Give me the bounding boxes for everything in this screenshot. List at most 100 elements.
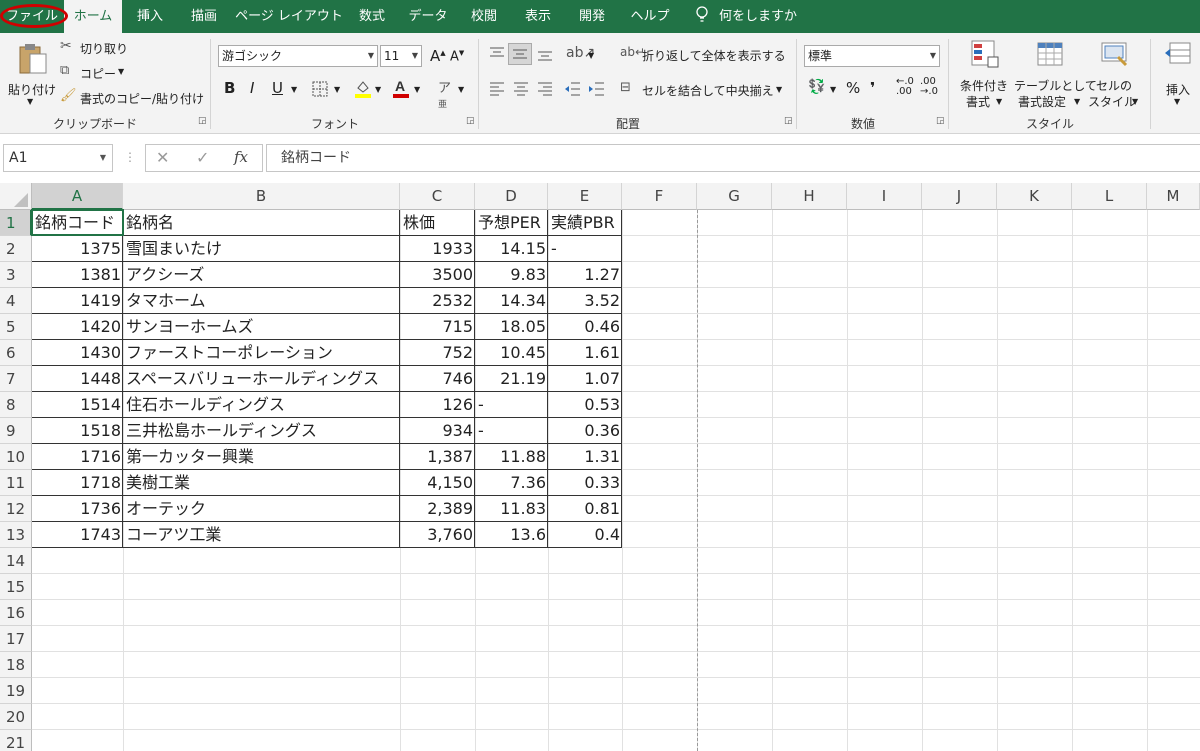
cell[interactable]: オーテック [123, 496, 400, 522]
cell[interactable]: 9.83 [475, 262, 548, 288]
chevron-down-icon[interactable]: ▼ [830, 85, 836, 94]
grow-font-icon[interactable]: A▲ [430, 47, 446, 65]
cell[interactable]: 0.4 [548, 522, 622, 548]
dialog-launcher-icon[interactable]: ◲ [466, 117, 475, 126]
formula-input[interactable]: 銘柄コード [266, 144, 1200, 172]
row-header-9[interactable]: 9 [0, 418, 32, 444]
row-header-10[interactable]: 10 [0, 444, 32, 470]
header-cell[interactable]: 実績PBR [548, 210, 622, 236]
font-color-icon[interactable]: A [392, 78, 410, 98]
cell[interactable]: 0.46 [548, 314, 622, 340]
insert-cells-button[interactable]: 挿入 ▼ [1156, 39, 1200, 111]
chevron-down-icon[interactable]: ▼ [414, 85, 420, 94]
cell[interactable]: 752 [400, 340, 475, 366]
cell[interactable]: 1420 [32, 314, 123, 340]
cell[interactable]: 10.45 [475, 340, 548, 366]
tab-formulas[interactable]: 数式 [348, 0, 396, 33]
tab-help[interactable]: ヘルプ [624, 0, 676, 33]
italic-button[interactable]: I [250, 79, 254, 97]
column-header-k[interactable]: K [997, 183, 1072, 210]
tab-insert[interactable]: 挿入 [126, 0, 174, 33]
cell[interactable]: 14.34 [475, 288, 548, 314]
cell[interactable]: 3.52 [548, 288, 622, 314]
row-header-6[interactable]: 6 [0, 340, 32, 366]
dialog-launcher-icon[interactable]: ◲ [198, 117, 207, 126]
cell[interactable]: 1518 [32, 418, 123, 444]
chevron-down-icon[interactable]: ▼ [375, 85, 381, 94]
cell[interactable]: 1718 [32, 470, 123, 496]
cell[interactable]: スペースバリューホールディングス [123, 366, 400, 392]
name-box[interactable]: A1 ▼ [3, 144, 113, 172]
row-header-16[interactable]: 16 [0, 600, 32, 626]
cell[interactable]: 1.31 [548, 444, 622, 470]
cell[interactable]: 1375 [32, 236, 123, 262]
cell[interactable]: 1430 [32, 340, 123, 366]
row-header-11[interactable]: 11 [0, 470, 32, 496]
paste-button[interactable]: 貼り付け ▼ [6, 39, 56, 111]
column-header-h[interactable]: H [772, 183, 847, 210]
header-cell[interactable]: 予想PER [475, 210, 548, 236]
align-top-icon[interactable] [488, 45, 506, 63]
header-cell[interactable]: 株価 [400, 210, 475, 236]
row-header-21[interactable]: 21 [0, 730, 32, 751]
bold-button[interactable]: B [224, 79, 235, 97]
cell[interactable]: 2532 [400, 288, 475, 314]
tab-view[interactable]: 表示 [514, 0, 562, 33]
cell[interactable]: 14.15 [475, 236, 548, 262]
cell[interactable]: 1514 [32, 392, 123, 418]
cell[interactable]: 1716 [32, 444, 123, 470]
dialog-launcher-icon[interactable]: ◲ [936, 117, 945, 126]
row-header-19[interactable]: 19 [0, 678, 32, 704]
format-painter-button[interactable]: 🖌 書式のコピー/貼り付け [60, 88, 204, 108]
row-header-7[interactable]: 7 [0, 366, 32, 392]
row-header-5[interactable]: 5 [0, 314, 32, 340]
tell-me-search[interactable]: 何をしますか [718, 0, 798, 33]
cell[interactable]: 715 [400, 314, 475, 340]
tab-review[interactable]: 校閲 [460, 0, 508, 33]
currency-icon[interactable]: 💱 [808, 79, 825, 95]
column-header-l[interactable]: L [1072, 183, 1147, 210]
chevron-down-icon[interactable]: ▼ [588, 51, 594, 60]
cell[interactable]: 2,389 [400, 496, 475, 522]
merge-center-button[interactable]: ⊟ セルを結合して中央揃え ▼ [620, 80, 790, 100]
decrease-indent-icon[interactable] [564, 80, 582, 98]
row-header-17[interactable]: 17 [0, 626, 32, 652]
column-header-f[interactable]: F [622, 183, 697, 210]
align-right-icon[interactable] [536, 80, 554, 98]
font-name-select[interactable]: 游ゴシック ▼ [218, 45, 378, 67]
row-header-18[interactable]: 18 [0, 652, 32, 678]
cell[interactable]: 3500 [400, 262, 475, 288]
cell[interactable]: 11.88 [475, 444, 548, 470]
column-header-e[interactable]: E [548, 183, 622, 210]
cell[interactable]: ファーストコーポレーション [123, 340, 400, 366]
column-header-a[interactable]: A [32, 183, 123, 210]
tab-draw[interactable]: 描画 [180, 0, 228, 33]
format-as-table-button[interactable]: テーブルとして 書式設定 ▼ [1012, 39, 1097, 111]
cell[interactable]: 7.36 [475, 470, 548, 496]
cell[interactable]: 746 [400, 366, 475, 392]
fill-color-icon[interactable] [354, 78, 372, 98]
align-left-icon[interactable] [488, 80, 506, 98]
cell[interactable]: 0.36 [548, 418, 622, 444]
cell[interactable]: 934 [400, 418, 475, 444]
row-header-20[interactable]: 20 [0, 704, 32, 730]
tab-page-layout[interactable]: ページ レイアウト [234, 0, 344, 33]
tab-data[interactable]: データ [404, 0, 452, 33]
shrink-font-icon[interactable]: A▼ [450, 49, 464, 64]
row-header-4[interactable]: 4 [0, 288, 32, 314]
cell[interactable]: - [475, 418, 548, 444]
column-header-c[interactable]: C [400, 183, 475, 210]
column-header-j[interactable]: J [922, 183, 997, 210]
increase-indent-icon[interactable] [588, 80, 606, 98]
row-header-14[interactable]: 14 [0, 548, 32, 574]
chevron-down-icon[interactable]: ▼ [458, 85, 464, 94]
align-bottom-icon[interactable] [536, 45, 554, 63]
row-header-2[interactable]: 2 [0, 236, 32, 262]
enter-icon[interactable]: ✓ [196, 148, 209, 167]
cell[interactable]: 第一カッター興業 [123, 444, 400, 470]
number-format-select[interactable]: 標準 ▼ [804, 45, 940, 67]
row-header-15[interactable]: 15 [0, 574, 32, 600]
cell[interactable]: 0.81 [548, 496, 622, 522]
column-header-i[interactable]: I [847, 183, 922, 210]
column-header-m[interactable]: M [1147, 183, 1200, 210]
